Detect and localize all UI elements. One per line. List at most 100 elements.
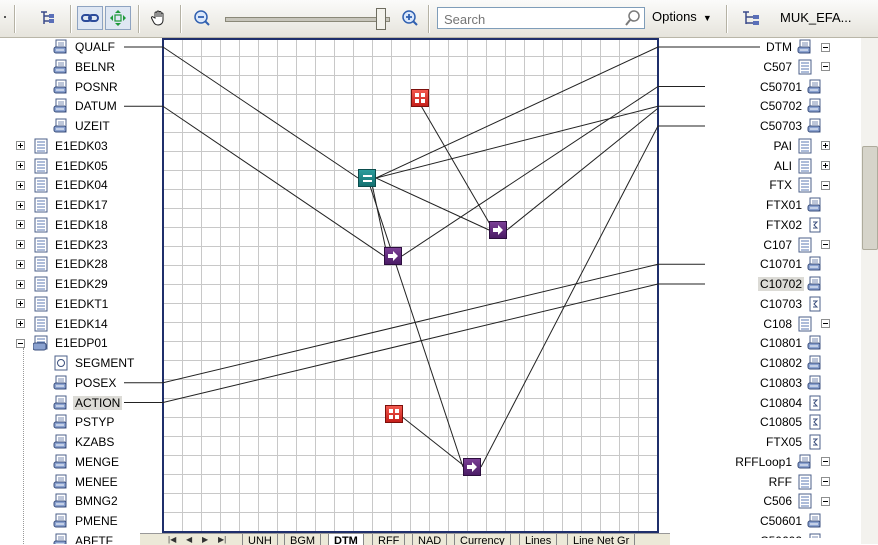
assign-function-node-3[interactable] [463, 458, 481, 476]
collapse-toggle-icon[interactable] [821, 180, 830, 190]
target-tree-item[interactable]: C50601 [758, 511, 823, 531]
target-tree-item[interactable]: C10801 [758, 333, 823, 353]
expand-toggle-icon[interactable] [16, 200, 25, 210]
source-tree-item[interactable]: BMNG2 [53, 491, 120, 511]
assign-function-node-1[interactable] [384, 247, 402, 265]
target-tree-item[interactable]: C10802 [758, 353, 823, 373]
mapping-icon[interactable] [738, 6, 764, 30]
zoom-slider-thumb[interactable] [376, 8, 386, 30]
vertical-scrollbar[interactable] [861, 38, 878, 544]
source-tree-item[interactable]: E1EDK17 [16, 195, 110, 215]
expand-toggle-icon[interactable] [16, 259, 25, 269]
source-tree-item[interactable]: E1EDK05 [16, 156, 110, 176]
target-tree-item[interactable]: PAI [772, 136, 830, 156]
page-tab[interactable]: UNH [242, 534, 278, 545]
expand-toggle-icon[interactable] [16, 161, 25, 170]
source-tree-item[interactable]: SEGMENT [53, 353, 136, 373]
target-tree-item[interactable]: RFF [767, 472, 830, 492]
source-tree-item[interactable]: E1EDK03 [16, 136, 110, 156]
constant-function-node-1[interactable] [411, 89, 429, 107]
assign-function-node-2[interactable] [489, 221, 507, 239]
source-tree-item[interactable]: QUALF [53, 38, 117, 57]
target-tree-item[interactable]: C50602 [758, 531, 823, 538]
page-tab[interactable]: BGM [284, 534, 322, 545]
target-tree-item[interactable]: C108 [761, 314, 830, 334]
source-tree-item[interactable]: E1EDK14 [16, 314, 110, 334]
collapse-toggle-icon[interactable] [821, 319, 830, 328]
search-input[interactable] [442, 9, 624, 29]
target-tree-item[interactable]: C10805 [758, 412, 823, 432]
prev-page-icon[interactable]: ◀ [186, 535, 192, 544]
target-tree-item[interactable]: FTX01 [764, 195, 823, 215]
source-tree-item[interactable]: POSNR [53, 77, 120, 97]
expand-toggle-icon[interactable] [821, 161, 830, 170]
search-icon[interactable] [624, 9, 642, 30]
target-tree-item[interactable]: DTM [764, 38, 830, 57]
source-tree-item[interactable]: E1EDK29 [16, 274, 110, 294]
page-tab[interactable]: DTM [328, 534, 364, 545]
zoom-out-icon[interactable] [189, 6, 215, 30]
source-tree-item[interactable]: KZABS [53, 432, 116, 452]
target-tree-item[interactable]: C10703 [758, 294, 823, 314]
collapse-toggle-icon[interactable] [821, 42, 830, 52]
target-tree-item[interactable]: FTX [767, 175, 830, 195]
options-button[interactable]: Options ▼ [652, 9, 712, 24]
fit-icon[interactable] [105, 6, 131, 30]
source-tree-item[interactable]: E1EDK23 [16, 235, 110, 255]
source-tree-item[interactable]: MENEE [53, 472, 120, 492]
target-tree-item[interactable]: C50703 [758, 116, 823, 136]
page-tab[interactable]: Currency [454, 534, 511, 545]
collapse-toggle-icon[interactable] [821, 477, 830, 486]
target-tree-item[interactable]: C10803 [758, 373, 823, 393]
target-tree-item[interactable]: ALI [772, 156, 830, 176]
target-tree-item[interactable]: C10804 [758, 393, 823, 413]
target-tree-item[interactable]: C506 [761, 491, 830, 511]
collapse-toggle-icon[interactable] [821, 496, 830, 506]
source-tree-item[interactable]: PSTYP [53, 412, 116, 432]
target-tree-item[interactable]: C507 [761, 57, 830, 77]
target-tree-item[interactable]: C50701 [758, 77, 823, 97]
link-icon[interactable] [77, 6, 103, 30]
source-tree-item[interactable]: ACTION [53, 393, 123, 413]
expand-toggle-icon[interactable] [16, 319, 25, 328]
target-tree-item[interactable]: C50702 [758, 96, 823, 116]
source-tree-item[interactable]: POSEX [53, 373, 118, 393]
expand-toggle-icon[interactable] [16, 240, 25, 249]
collapse-toggle-icon[interactable] [821, 62, 830, 72]
expand-icon[interactable] [34, 6, 60, 30]
constant-function-node-2[interactable] [385, 405, 403, 423]
target-tree-item[interactable]: C107 [761, 235, 830, 255]
source-tree-item[interactable]: E1EDP01 [16, 333, 110, 353]
first-page-icon[interactable]: |◀ [168, 535, 176, 544]
expand-toggle-icon[interactable] [16, 180, 25, 190]
mapping-canvas[interactable] [162, 38, 659, 533]
target-tree-item[interactable]: FTX05 [764, 432, 823, 452]
page-tab[interactable]: Line Net Gr [567, 534, 636, 545]
collapse-toggle-icon[interactable] [821, 457, 830, 467]
source-tree-item[interactable]: E1EDKT1 [16, 294, 110, 314]
expand-toggle-icon[interactable] [16, 141, 25, 151]
zoom-in-icon[interactable] [397, 6, 423, 30]
source-tree-item[interactable]: BELNR [53, 57, 117, 77]
scrollbar-thumb[interactable] [862, 146, 878, 250]
source-tree-item[interactable]: E1EDK04 [16, 175, 110, 195]
target-tree-item[interactable]: FTX02 [764, 215, 823, 235]
expand-toggle-icon[interactable] [16, 279, 25, 289]
collapse-toggle-icon[interactable] [16, 338, 25, 348]
source-tree-item[interactable]: ABFTF [53, 531, 115, 544]
source-tree-item[interactable]: UZEIT [53, 116, 112, 136]
last-page-icon[interactable]: ▶| [218, 535, 226, 544]
source-tree-item[interactable]: MENGE [53, 452, 121, 472]
collapse-toggle-icon[interactable] [821, 240, 830, 249]
page-tab[interactable]: NAD [412, 534, 448, 545]
page-tab[interactable]: RFF [372, 534, 406, 545]
target-tree-item[interactable]: C10701 [758, 254, 823, 274]
target-tree-item[interactable]: C10702 [757, 274, 823, 294]
page-tab[interactable]: Lines [519, 534, 558, 545]
source-tree-item[interactable]: E1EDK18 [16, 215, 110, 235]
zoom-slider-track[interactable] [225, 17, 390, 22]
source-tree-item[interactable]: PMENE [53, 511, 120, 531]
expand-toggle-icon[interactable] [16, 299, 25, 309]
target-tree-item[interactable]: RFFLoop1 [733, 452, 830, 472]
expand-toggle-icon[interactable] [16, 220, 25, 230]
